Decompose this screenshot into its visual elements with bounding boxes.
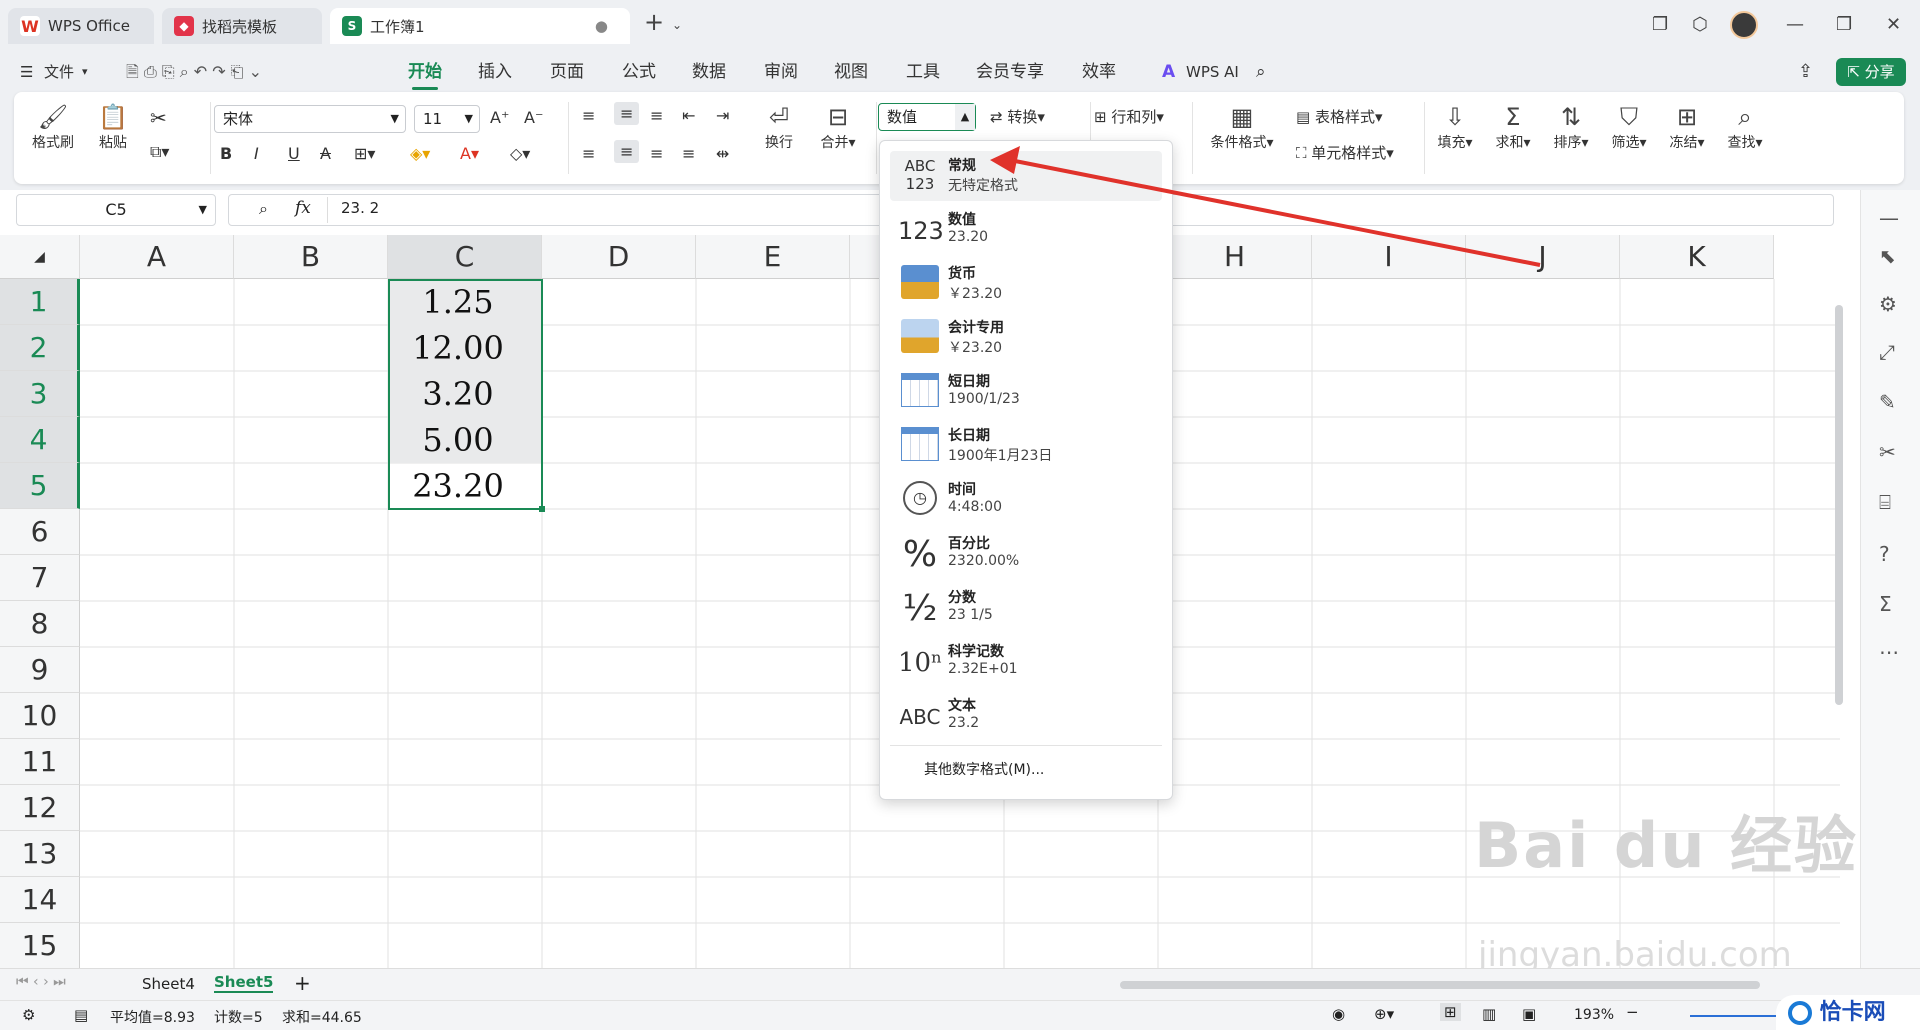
qiaka-logo-icon — [1788, 1001, 1812, 1025]
sheet-tab-bar: ⏮ ‹ › ⏭ Sheet4 Sheet5 + — [0, 968, 1920, 1000]
collapse-icon[interactable]: — — [1879, 206, 1899, 230]
book-icon[interactable]: ⌸ — [1879, 490, 1891, 514]
add-sheet-icon[interactable]: + — [294, 971, 311, 995]
sheet-view-icon[interactable]: ▤ — [74, 1006, 88, 1024]
status-sum: 求和=44.65 — [282, 1010, 362, 1026]
qiaka-watermark: 恰卡网 — [1776, 995, 1920, 1031]
zoom-slider[interactable] — [1690, 1015, 1780, 1017]
status-count: 计数=5 — [214, 1010, 263, 1026]
select-cursor-icon[interactable]: ⬉ — [1879, 244, 1896, 268]
page-view-icon[interactable]: ▥ — [1482, 1005, 1496, 1023]
right-side-panel: — ⬉ ⚙ ⤢ ✎ ✂ ⌸ ? Σ ⋯ — [1860, 190, 1920, 968]
ai-assistant-icon[interactable]: ✎ — [1879, 390, 1896, 414]
annotation-arrow — [990, 146, 1541, 267]
eye-protect-icon[interactable]: ◉ — [1332, 1005, 1345, 1023]
status-bar: ⚙ ▤ 平均值=8.93 计数=5 求和=44.65 ◉ ⊕▾ ⊞ ▥ ▣ 19… — [0, 995, 1920, 1031]
zoom-out-icon[interactable]: − — [1626, 1003, 1639, 1021]
help-icon[interactable]: ? — [1879, 542, 1890, 566]
settings-sliders-icon[interactable]: ⚙ — [1879, 292, 1897, 316]
sheet-nav-icons[interactable]: ⏮ ‹ › ⏭ — [16, 974, 66, 990]
view-mode-icon[interactable]: ⊕▾ — [1374, 1005, 1394, 1023]
page-break-icon[interactable]: ▣ — [1522, 1005, 1536, 1023]
sheet-tab-sheet4[interactable]: Sheet4 — [142, 975, 195, 993]
transform-icon[interactable]: ⤢ — [1879, 340, 1895, 364]
qiaka-label: 恰卡网 — [1819, 1000, 1886, 1025]
macro-icon[interactable]: ⚙ — [22, 1006, 35, 1024]
horizontal-scrollbar[interactable] — [1120, 981, 1760, 989]
normal-view-icon[interactable]: ⊞ — [1440, 1003, 1461, 1021]
more-icon[interactable]: ⋯ — [1879, 640, 1899, 664]
formula-sigma-icon[interactable]: Σ — [1879, 592, 1892, 616]
status-average: 平均值=8.93 — [110, 1010, 195, 1026]
tools-icon[interactable]: ✂ — [1879, 440, 1896, 464]
zoom-level[interactable]: 193% — [1574, 1007, 1614, 1023]
sheet-tab-sheet5[interactable]: Sheet5 — [214, 973, 274, 993]
